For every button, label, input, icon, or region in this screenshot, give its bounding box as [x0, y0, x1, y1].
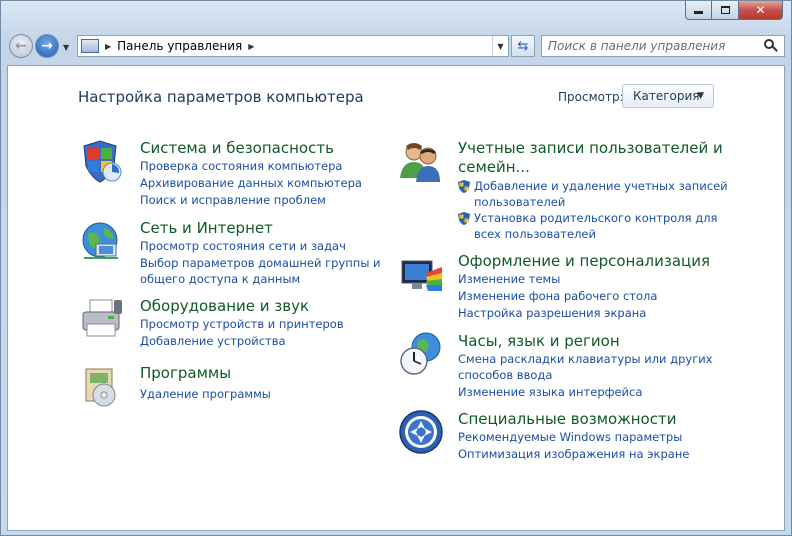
window-controls: ✕ [685, 1, 783, 20]
category-link[interactable]: всех пользователей [474, 226, 596, 242]
category-link[interactable]: Оптимизация изображения на экране [458, 446, 689, 462]
maximize-icon [720, 6, 730, 14]
category-link[interactable]: Изменение фона рабочего стола [458, 288, 657, 304]
category-link[interactable]: Проверка состояния компьютера [140, 158, 342, 174]
category-link[interactable]: Удаление программы [140, 386, 271, 402]
control-panel-icon [81, 39, 99, 53]
control-panel-window: ✕ ← → ▼ ▶ Панель управления ▶ ▼ ⇆ Поиск … [0, 0, 792, 536]
search-placeholder: Поиск в панели управления [548, 39, 726, 53]
printer-icon [82, 299, 122, 337]
address-bar[interactable]: ▶ Панель управления ▶ ▼ [77, 35, 509, 57]
category-link[interactable]: Рекомендуемые Windows параметры [458, 429, 682, 445]
refresh-button[interactable]: ⇆ [511, 35, 535, 57]
chevron-down-icon: ▼ [697, 91, 704, 101]
forward-button[interactable]: → [35, 34, 59, 58]
category-title[interactable]: Часы, язык и регион [458, 331, 620, 351]
breadcrumb-chevron-icon[interactable]: ▶ [248, 42, 254, 51]
recent-pages-dropdown[interactable]: ▼ [63, 43, 69, 52]
search-input[interactable]: Поиск в панели управления [541, 35, 785, 57]
category-link[interactable]: Установка родительского контроля для [474, 210, 717, 226]
category-link[interactable]: Изменение темы [458, 271, 560, 287]
close-icon: ✕ [755, 3, 766, 17]
monitor-palette-icon [401, 260, 442, 291]
category-link[interactable]: Просмотр устройств и принтеров [140, 316, 344, 332]
address-dropdown-icon[interactable]: ▼ [492, 36, 508, 56]
category-link[interactable]: Смена раскладки клавиатуры или других [458, 351, 713, 367]
category-title[interactable]: Учетные записи пользователей и [458, 138, 723, 158]
minimize-icon [694, 11, 703, 14]
close-button[interactable]: ✕ [739, 1, 783, 20]
refresh-icon: ⇆ [517, 38, 529, 54]
view-label: Просмотр: [558, 90, 624, 104]
accessibility-icon [399, 410, 443, 454]
globe-network-icon [82, 222, 118, 259]
category-title[interactable]: Оборудование и звук [140, 296, 309, 316]
category-title[interactable]: Сеть и Интернет [140, 218, 273, 238]
users-icon [400, 143, 440, 182]
category-link[interactable]: Просмотр состояния сети и задач [140, 238, 346, 254]
clock-globe-icon [400, 332, 441, 375]
category-link[interactable]: Выбор параметров домашней группы и [140, 255, 381, 271]
category-link[interactable]: Настройка разрешения экрана [458, 305, 646, 321]
category-title[interactable]: Программы [140, 363, 231, 383]
category-link[interactable]: общего доступа к данным [140, 271, 300, 287]
forward-arrow-icon: → [41, 38, 53, 54]
category-title[interactable]: Специальные возможности [458, 409, 676, 429]
minimize-button[interactable] [685, 1, 712, 20]
navigation-bar: ← → ▼ ▶ Панель управления ▶ ▼ ⇆ Поиск в … [1, 27, 792, 63]
uac-shield-icon [458, 180, 470, 193]
category-title[interactable]: Оформление и персонализация [458, 251, 710, 271]
shield-flag-icon [83, 140, 122, 183]
category-link[interactable]: пользователей [474, 194, 565, 210]
category-link[interactable]: Изменение языка интерфейса [458, 384, 642, 400]
main-content: Настройка параметров компьютера Просмотр… [7, 65, 785, 531]
uac-shield-icon [458, 212, 470, 225]
category-link[interactable]: способов ввода [458, 367, 552, 383]
view-by-value: Категория [633, 89, 700, 103]
programs-icon [85, 368, 116, 407]
back-button[interactable]: ← [9, 34, 33, 58]
maximize-button[interactable] [712, 1, 739, 20]
category-link[interactable]: Добавление устройства [140, 333, 286, 349]
category-link[interactable]: Поиск и исправление проблем [140, 192, 326, 208]
category-title[interactable]: Система и безопасность [140, 138, 334, 158]
search-icon[interactable] [764, 39, 778, 53]
category-link[interactable]: Архивирование данных компьютера [140, 175, 362, 191]
breadcrumb-control-panel[interactable]: Панель управления [117, 39, 242, 53]
view-by-dropdown[interactable]: Категория ▼ [622, 84, 714, 108]
back-arrow-icon: ← [15, 38, 27, 54]
page-title: Настройка параметров компьютера [78, 88, 364, 106]
breadcrumb-chevron-icon[interactable]: ▶ [105, 42, 111, 51]
category-title-continued[interactable]: семейн... [458, 157, 530, 177]
category-link[interactable]: Добавление и удаление учетных записей [474, 178, 728, 194]
